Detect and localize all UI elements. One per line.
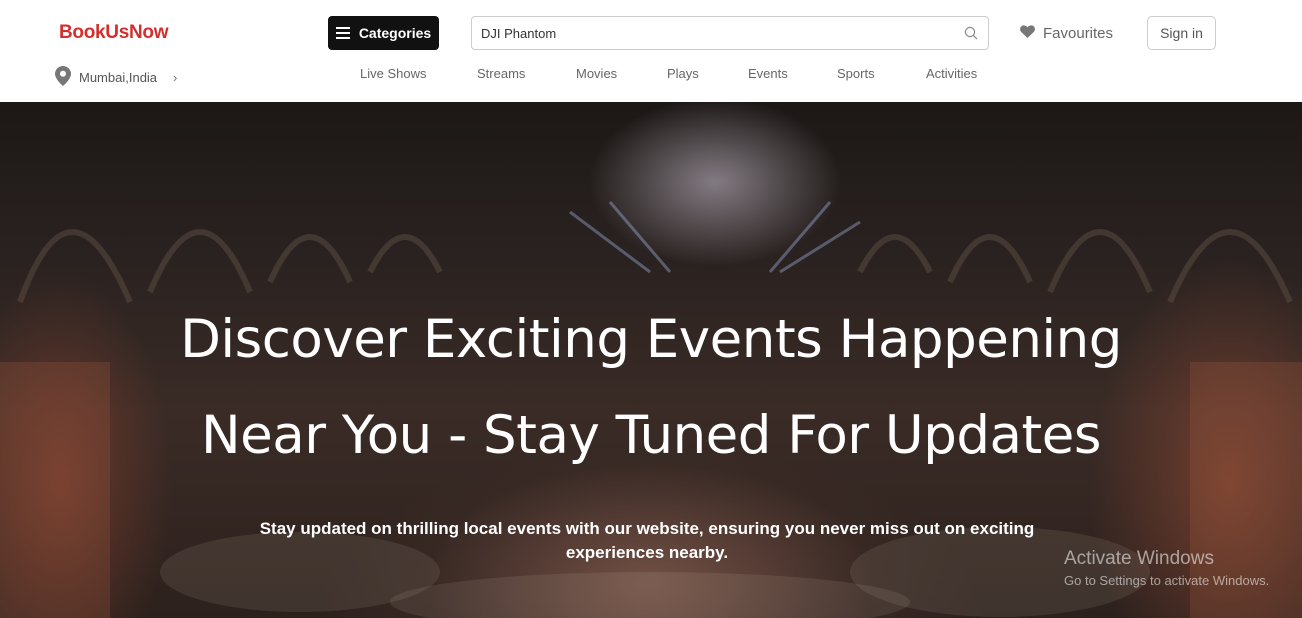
nav-item-plays[interactable]: Plays (667, 66, 699, 81)
nav-item-activities[interactable]: Activities (926, 66, 977, 81)
favourites-label: Favourites (1043, 25, 1114, 42)
windows-activation-watermark: Activate Windows Go to Settings to activ… (1064, 548, 1269, 592)
hero-title-line-2: Near You - Stay Tuned For Updates (201, 405, 1101, 466)
categories-label: Categories (358, 25, 432, 41)
hero-title: Discover Exciting Events Happening Near … (0, 292, 1302, 484)
nav-item-events[interactable]: Events (748, 66, 788, 81)
heart-icon (1020, 25, 1035, 42)
nav-item-sports[interactable]: Sports (837, 66, 875, 81)
hero-banner: Discover Exciting Events Happening Near … (0, 102, 1302, 618)
search-icon[interactable] (964, 26, 978, 45)
sign-in-button[interactable]: Sign in (1147, 16, 1216, 50)
search-input[interactable] (472, 17, 942, 49)
category-nav: Live Shows Streams Movies Plays Events S… (0, 66, 1302, 82)
hero-subtitle: Stay updated on thrilling local events w… (259, 519, 1035, 562)
nav-item-movies[interactable]: Movies (576, 66, 617, 81)
hero-title-line-1: Discover Exciting Events Happening (180, 309, 1122, 370)
menu-icon (335, 27, 350, 39)
brand-logo[interactable]: BookUsNow (59, 22, 169, 44)
top-header: BookUsNow Mumbai,India › Categories DJI … (0, 0, 1302, 102)
nav-item-live-shows[interactable]: Live Shows (360, 66, 426, 81)
categories-button[interactable]: Categories (328, 16, 439, 50)
watermark-subtitle: Go to Settings to activate Windows. (1064, 573, 1270, 588)
favourites-button[interactable]: Favourites (1020, 25, 1113, 42)
nav-item-streams[interactable]: Streams (477, 66, 525, 81)
search-bar (471, 16, 989, 50)
watermark-title: Activate Windows (1064, 548, 1214, 569)
